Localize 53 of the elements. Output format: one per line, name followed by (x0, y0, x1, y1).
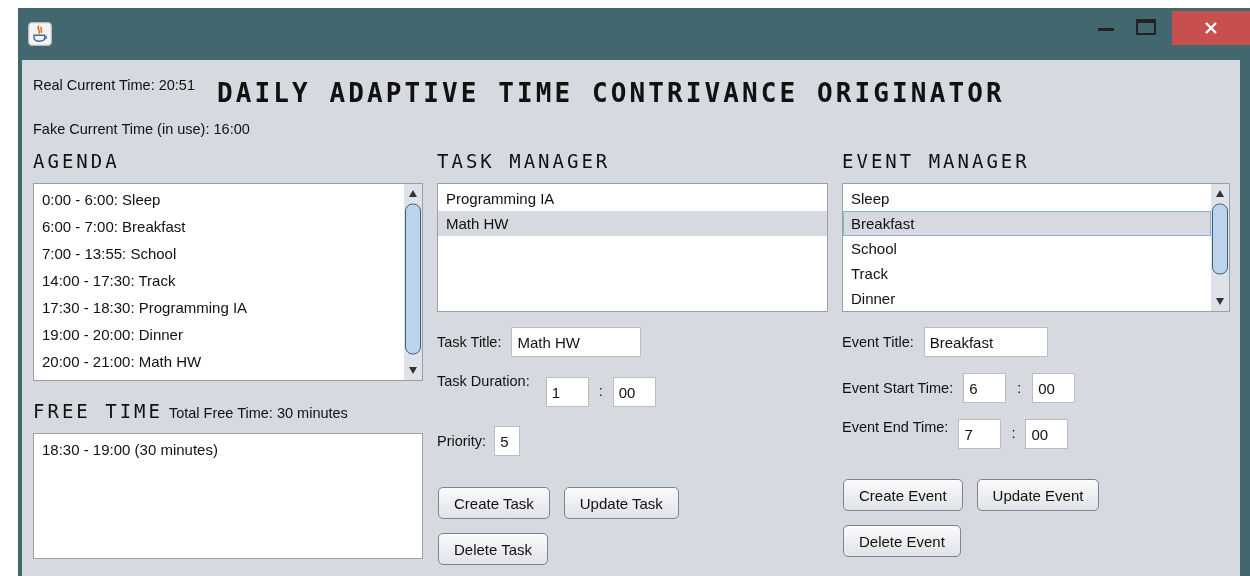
separator: : (1017, 380, 1022, 396)
total-free-time-label: Total Free Time: 30 minutes (168, 405, 348, 421)
section-heading: EVENT MANAGER (842, 149, 1030, 173)
separator: : (598, 383, 603, 399)
section-heading: FREE TIME (33, 399, 163, 423)
separator: : (1011, 425, 1016, 441)
action-button[interactable]: Delete Task (438, 533, 549, 565)
input-field[interactable]: 5 (494, 426, 521, 456)
coffee-cup-icon (28, 22, 52, 46)
action-button[interactable]: Create Event (843, 479, 963, 511)
scrollbar[interactable] (1211, 184, 1229, 311)
agenda-item[interactable]: 17:30 - 18:30: Programming IA (34, 294, 404, 321)
agenda-item[interactable]: 14:00 - 17:30: Track (34, 267, 404, 294)
event-item[interactable]: Sleep (843, 186, 1211, 211)
hours-field[interactable]: 6 (963, 373, 1007, 403)
minutes-field[interactable]: 00 (1032, 373, 1076, 403)
close-button[interactable] (1172, 11, 1250, 45)
hours-field[interactable]: 7 (958, 419, 1002, 449)
task-item[interactable]: Programming IA (438, 186, 827, 211)
hours-field[interactable]: 1 (545, 377, 589, 407)
action-button[interactable]: Delete Event (843, 525, 961, 557)
close-icon (1204, 21, 1218, 35)
field-label: Event End Time: (842, 419, 949, 435)
agenda-item[interactable]: 0:00 - 6:00: Sleep (34, 186, 404, 213)
fake-time-label: Fake Current Time (in use): 16:00 (33, 121, 250, 137)
section-heading: AGENDA (33, 149, 120, 173)
agenda-item[interactable]: 20:00 - 21:00: Math HW (34, 348, 404, 375)
field-label: Task Duration: (437, 373, 530, 389)
free-time-item[interactable]: 18:30 - 19:00 (30 minutes) (34, 436, 422, 463)
maximize-icon (1135, 18, 1157, 36)
action-button[interactable]: Create Task (438, 487, 550, 519)
action-button[interactable]: Update Event (976, 479, 1100, 511)
minutes-field[interactable]: 00 (1025, 419, 1069, 449)
app-title: DAILY ADAPTIVE TIME CONTRIVANCE ORIGINATOR (217, 78, 1005, 108)
agenda-item[interactable]: 6:00 - 7:00: Breakfast (34, 213, 404, 240)
action-button[interactable]: Update Task (563, 487, 679, 519)
input-field[interactable]: Math HW (511, 327, 642, 357)
input-field[interactable]: Breakfast (923, 327, 1048, 357)
event-item[interactable]: Breakfast (843, 211, 1211, 236)
field-label: Event Start Time: (842, 380, 954, 396)
section-heading: TASK MANAGER (437, 149, 611, 173)
field-label: Priority: (437, 433, 487, 449)
minutes-field[interactable]: 00 (612, 377, 656, 407)
real-time-label: Real Current Time: 20:51 (33, 77, 195, 93)
event-item[interactable]: School (843, 236, 1211, 261)
field-label: Event Title: (842, 334, 914, 350)
agenda-item[interactable]: 19:00 - 20:00: Dinner (34, 321, 404, 348)
scrollbar[interactable] (404, 184, 422, 380)
field-label: Task Title: (437, 334, 502, 350)
task-item[interactable]: Math HW (438, 211, 827, 236)
event-item[interactable]: Track (843, 261, 1211, 286)
event-item[interactable]: Dinner (843, 286, 1211, 311)
agenda-item[interactable]: 7:00 - 13:55: School (34, 240, 404, 267)
